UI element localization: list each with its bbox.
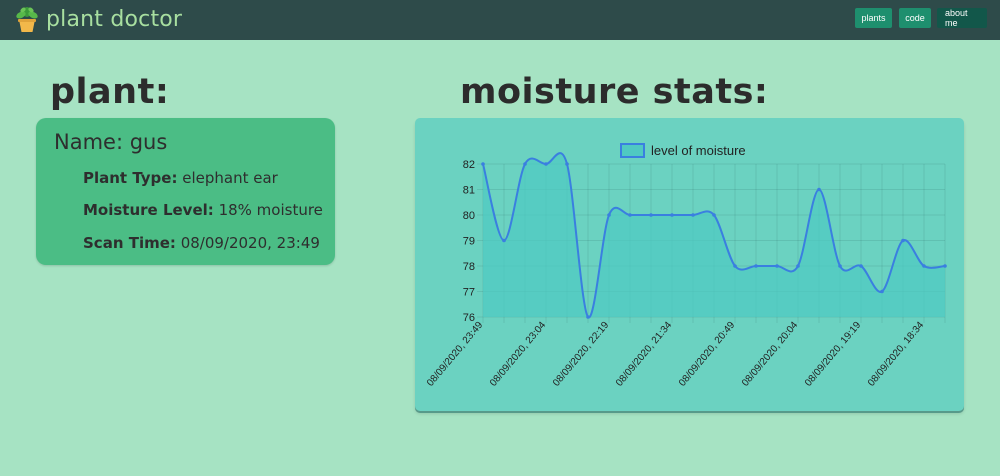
x-tick-label: 08/09/2020, 21:34: [614, 320, 675, 389]
data-point: [922, 264, 926, 268]
data-point: [754, 264, 758, 268]
data-point: [649, 213, 653, 217]
data-point: [607, 213, 611, 217]
moisture-line-chart: 76777879808182 08/09/2020, 23:49 08/09/20…: [425, 143, 947, 389]
scan-time-value: 08/09/2020, 23:49: [180, 234, 320, 252]
navbar: plant doctor plants code about me: [0, 0, 1000, 40]
x-tick-label: 08/09/2020, 22:19: [551, 320, 612, 389]
app-title: plant doctor: [46, 6, 183, 32]
data-point: [880, 289, 884, 294]
moisture-chart-panel: 76 77 78 79 80 81 82 08/09/2020, 23:49 08/09/20…: [415, 118, 964, 411]
data-point: [859, 264, 863, 268]
nav-plants-button[interactable]: plants: [855, 8, 892, 28]
data-point: [775, 264, 779, 268]
x-tick-label: 08/09/2020, 19:19: [803, 320, 864, 389]
x-axis-ticks: 08/09/2020, 23:49 08/09/2020, 23:04 08/09/…: [425, 320, 927, 389]
y-tick-label: 80: [463, 210, 475, 222]
x-tick-label: 08/09/2020, 23:04: [488, 320, 549, 389]
nav-about-button[interactable]: about me: [937, 8, 987, 28]
data-point: [838, 264, 842, 268]
chart-legend[interactable]: level of moisture: [620, 143, 746, 158]
plant-type-value: elephant ear: [182, 169, 278, 187]
y-axis-ticks: 76 77 78 79 80 81 82: [463, 159, 475, 324]
plant-type-label: Plant Type:: [83, 169, 178, 187]
y-tick-label: 77: [463, 287, 475, 299]
data-point: [712, 213, 716, 217]
plant-type-row: Plant Type: elephant ear: [83, 169, 278, 187]
data-point: [943, 264, 947, 268]
moisture-level-label: Moisture Level:: [83, 201, 214, 219]
nav-code-button[interactable]: code: [899, 8, 931, 28]
moisture-level-row: Moisture Level: 18% moisture: [83, 201, 323, 219]
data-point: [481, 162, 485, 166]
plant-name-value: gus: [129, 130, 168, 154]
plant-name: Name: gus: [54, 130, 167, 154]
y-tick-label: 76: [463, 312, 475, 324]
data-point: [670, 213, 674, 217]
y-tick-label: 81: [463, 185, 475, 197]
y-tick-label: 82: [463, 159, 475, 171]
scan-time-row: Scan Time: 08/09/2020, 23:49: [83, 234, 320, 252]
x-tick-label: 08/09/2020, 20:49: [677, 320, 738, 389]
data-point: [523, 162, 527, 166]
data-point: [901, 238, 905, 243]
plant-heading: plant:: [50, 72, 170, 112]
plant-name-label: Name:: [54, 130, 124, 154]
data-point: [502, 238, 506, 243]
brand[interactable]: plant doctor: [14, 2, 182, 36]
x-tick-label: 08/09/2020, 18:34: [866, 320, 927, 389]
moisture-stats-heading: moisture stats:: [460, 72, 769, 112]
scan-time-label: Scan Time:: [83, 234, 176, 252]
legend-swatch: [620, 143, 645, 158]
y-tick-label: 78: [463, 261, 475, 273]
data-point: [733, 264, 737, 268]
y-tick-label: 79: [463, 236, 475, 248]
potted-plant-icon: [16, 7, 38, 32]
data-point: [817, 187, 821, 192]
data-point: [628, 213, 632, 217]
data-point: [544, 162, 548, 166]
data-point: [565, 162, 569, 166]
data-point: [796, 264, 800, 268]
moisture-level-value: 18% moisture: [218, 201, 323, 219]
x-tick-label: 08/09/2020, 23:49: [425, 320, 486, 389]
x-tick-label: 08/09/2020, 20:04: [740, 320, 801, 389]
data-point: [586, 315, 590, 319]
data-point: [691, 213, 695, 217]
plant-info-card: Name: gus Plant Type: elephant ear Moist…: [36, 118, 335, 265]
legend-label: level of moisture: [651, 143, 746, 158]
